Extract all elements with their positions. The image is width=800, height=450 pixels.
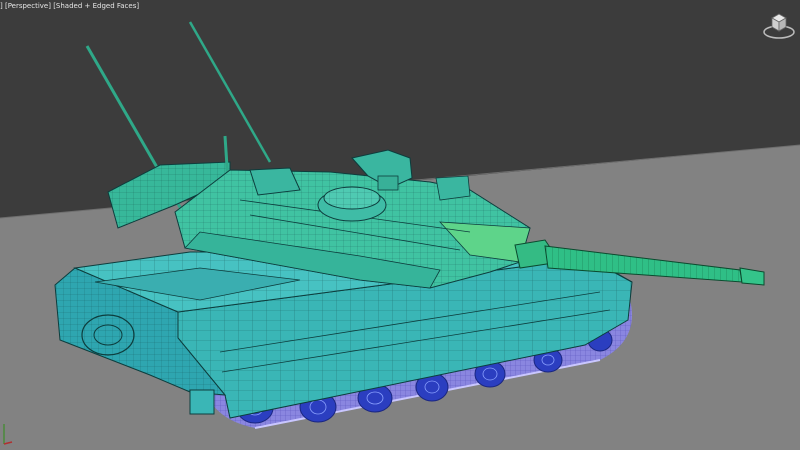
viewport-shading-mode[interactable]: Shaded + Edged Faces xyxy=(56,1,136,11)
axis-tripod-icon xyxy=(3,424,13,445)
viewport-label-bracket-close: ] xyxy=(136,2,140,10)
antenna-right xyxy=(188,21,272,163)
scene-3d-view[interactable] xyxy=(0,0,800,450)
viewport-label-bracket-open: ] [ xyxy=(0,2,8,10)
viewport-label[interactable]: ] [ Perspective ] [ Shaded + Edged Faces… xyxy=(0,1,139,11)
viewport-perspective[interactable]: ] [ Perspective ] [ Shaded + Edged Faces… xyxy=(0,0,800,450)
viewport-view-mode[interactable]: Perspective xyxy=(8,1,49,11)
commander-cupola xyxy=(317,186,387,222)
viewcube-icon[interactable] xyxy=(762,8,796,40)
viewport-label-separator: ] [ xyxy=(48,2,56,10)
